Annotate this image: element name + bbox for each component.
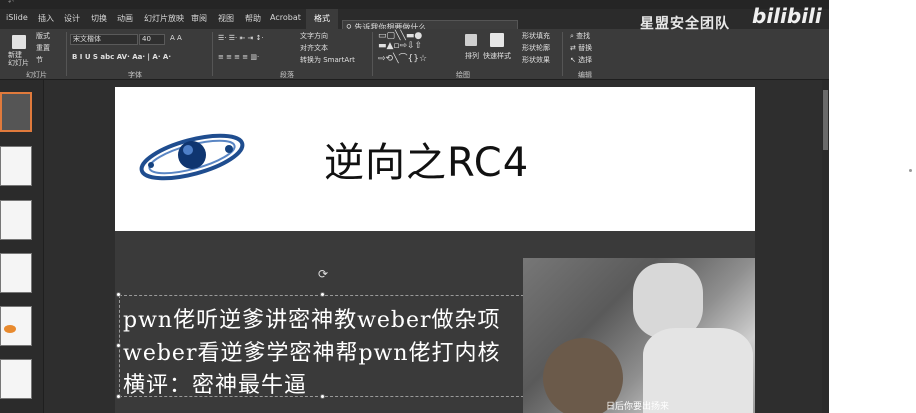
tab-transitions[interactable]: 切换 — [91, 13, 107, 24]
tab-animations[interactable]: 动画 — [117, 13, 133, 24]
shapes-gallery[interactable]: ▭▢╲╲▬● ▬▲▫⇨⇩⇧ ⇨⟲╲⌒{}☆ — [378, 31, 427, 64]
select-icon: ↖ — [570, 56, 579, 64]
embedded-video-still[interactable]: 日后你要出扬来 — [523, 258, 755, 413]
tab-review[interactable]: 审阅 — [191, 13, 207, 24]
section-button[interactable]: 节 — [36, 55, 43, 65]
tab-view[interactable]: 视图 — [218, 13, 234, 24]
divider — [66, 32, 67, 76]
powerpoint-window: ↶ iSlide 插入 设计 切换 动画 幻灯片放映 审阅 视图 帮助 Acro… — [0, 0, 829, 413]
slide-thumbnail-pane — [0, 80, 44, 413]
new-slide-button[interactable]: 新建 幻灯片 — [8, 51, 29, 67]
resize-handle[interactable] — [116, 394, 121, 399]
slide-thumbnail-2[interactable] — [0, 146, 32, 186]
shape-effects-button[interactable]: 形状效果 — [522, 55, 550, 65]
resize-handle[interactable] — [116, 343, 121, 348]
tab-insert[interactable]: 插入 — [38, 13, 54, 24]
tab-design[interactable]: 设计 — [64, 13, 80, 24]
group-label-paragraph: 段落 — [280, 71, 294, 79]
text-direction-button[interactable]: 文字方向 — [300, 31, 328, 41]
replace-button[interactable]: ⇄ 替换 — [570, 43, 592, 53]
body-text-line[interactable]: 横评：密神最牛逼 — [123, 367, 307, 399]
font-format-buttons[interactable]: B I U S abc AV· Aa· | A· A· — [72, 53, 171, 61]
group-label-font: 字体 — [128, 71, 142, 79]
group-label-drawing: 绘图 — [456, 71, 470, 79]
undo-icon[interactable]: ↶ — [8, 0, 14, 6]
body-text-line[interactable]: pwn佬听逆爹讲密神教weber做杂项 — [123, 302, 501, 334]
body-text-line[interactable]: weber看逆爹学密神帮pwn佬打内核 — [123, 335, 501, 367]
shape-outline-button[interactable]: 形状轮廓 — [522, 43, 550, 53]
video-subtitle: 日后你要出扬来 — [606, 402, 670, 412]
slide-thumbnail-3[interactable] — [0, 200, 32, 240]
layout-button[interactable]: 版式 — [36, 31, 50, 41]
divider — [212, 32, 213, 76]
resize-handle[interactable] — [320, 292, 325, 297]
slide-thumbnail-1[interactable] — [0, 92, 32, 132]
team-watermark: 星盟安全团队 — [640, 16, 730, 32]
tab-format[interactable]: 格式 — [306, 9, 338, 29]
arrange-icon[interactable] — [465, 34, 477, 46]
font-family-select[interactable]: 宋文楷体 — [70, 34, 138, 45]
quick-styles-button[interactable]: 快速样式 — [483, 51, 511, 61]
scrollbar-thumb[interactable] — [823, 90, 828, 150]
slide-thumbnail-6[interactable] — [0, 359, 32, 399]
slide-thumbnail-5[interactable] — [0, 306, 32, 346]
list-buttons[interactable]: ☰· ☰· ⇤ ⇥ ↕· — [218, 34, 264, 42]
grow-font-icon[interactable]: A A — [170, 34, 182, 42]
select-button[interactable]: ↖ 选择 — [570, 55, 592, 65]
title-bar: ↶ — [0, 0, 829, 9]
rotate-handle-icon[interactable]: ⟳ — [318, 267, 328, 281]
shape-fill-button[interactable]: 形状填充 — [522, 31, 550, 41]
ribbon: 新建 幻灯片 版式 重置 节 幻灯片 宋文楷体 40 A A B I U S a… — [0, 29, 829, 80]
vertical-scrollbar[interactable] — [822, 80, 829, 413]
group-label-slides: 幻灯片 — [26, 71, 47, 79]
tab-acrobat[interactable]: Acrobat — [270, 13, 301, 22]
replace-icon: ⇄ — [570, 44, 579, 52]
align-text-button[interactable]: 对齐文本 — [300, 43, 328, 53]
smartart-button[interactable]: 转换为 SmartArt — [300, 55, 355, 65]
divider — [562, 32, 563, 76]
cursor-dot — [909, 169, 912, 172]
group-label-editing: 编辑 — [578, 71, 592, 79]
tab-slideshow[interactable]: 幻灯片放映 — [144, 13, 184, 24]
tab-help[interactable]: 帮助 — [245, 13, 261, 24]
slide-thumbnail-4[interactable] — [0, 253, 32, 293]
find-button[interactable]: ⌕ 查找 — [570, 31, 590, 41]
resize-handle[interactable] — [320, 394, 325, 399]
resize-handle[interactable] — [116, 292, 121, 297]
quick-styles-icon[interactable] — [490, 33, 504, 47]
bilibili-logo: bilibili — [752, 4, 822, 28]
galaxy-logo-icon — [139, 133, 245, 181]
font-size-select[interactable]: 40 — [139, 34, 165, 45]
new-slide-icon[interactable] — [12, 35, 26, 49]
reset-button[interactable]: 重置 — [36, 43, 50, 53]
slide-title[interactable]: 逆向之RC4 — [324, 130, 529, 188]
divider — [372, 32, 373, 76]
tab-islide[interactable]: iSlide — [6, 13, 28, 22]
arrange-button[interactable]: 排列 — [465, 51, 479, 61]
align-buttons[interactable]: ≡ ≡ ≡ ≡ ▥· — [218, 53, 259, 61]
